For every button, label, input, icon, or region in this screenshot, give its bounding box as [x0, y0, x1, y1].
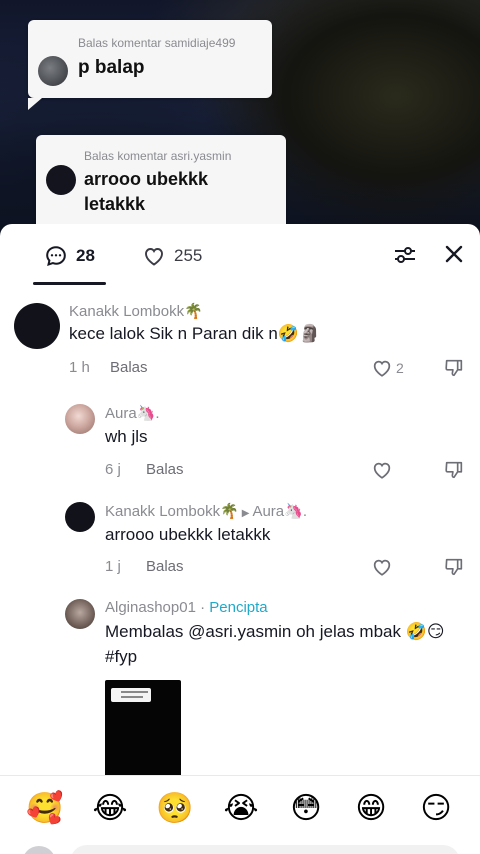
tab-likes[interactable]: 255: [142, 244, 202, 268]
dislike-icon[interactable]: [443, 459, 465, 481]
emoji-button[interactable]: 😁: [352, 790, 390, 828]
sticker-label: Balas komentar samidiaje499: [78, 36, 236, 50]
avatar[interactable]: [14, 303, 60, 349]
comment-text: arrooo ubekkk letakkk: [105, 525, 271, 544]
comment-time: 1 j: [105, 558, 121, 575]
close-button[interactable]: [442, 242, 466, 271]
tab-comments[interactable]: 28: [44, 244, 95, 268]
comment-author[interactable]: Aura🦄.: [105, 404, 160, 422]
reply-author-line[interactable]: Kanakk Lombokk🌴 ▶ Aura🦄.: [105, 502, 307, 520]
comments-count: 28: [76, 246, 95, 265]
emoji-button[interactable]: 🥺: [156, 790, 194, 828]
emoji-button[interactable]: 🥰: [26, 790, 64, 828]
tab-active-indicator: [33, 282, 106, 285]
caret-right-icon: ▶: [241, 508, 250, 519]
heart-icon[interactable]: [371, 556, 393, 578]
comment-input[interactable]: [70, 845, 460, 854]
avatar: [46, 165, 76, 195]
comment-author: Alginashop01: [105, 599, 196, 616]
heart-icon[interactable]: [371, 459, 393, 481]
comment-time: 1 h: [69, 359, 90, 376]
emoji-button[interactable]: 😭: [222, 790, 260, 828]
comment-time: 6 j: [105, 461, 121, 478]
filter-button[interactable]: [392, 242, 418, 273]
avatar: [38, 56, 68, 86]
like-count: 2: [396, 360, 404, 376]
heart-icon[interactable]: [371, 357, 393, 379]
reply-button[interactable]: Balas: [146, 461, 184, 478]
thumbnail-sticker: [111, 688, 151, 702]
emoji-quick-bar: 🥰 😂 🥺 😭 😳 😁 😏: [0, 775, 480, 843]
sticker-text: p balap: [78, 57, 145, 78]
reply-sticker-1[interactable]: Balas komentar samidiaje499 p balap: [28, 20, 272, 110]
avatar[interactable]: [65, 599, 95, 629]
avatar[interactable]: [65, 404, 95, 434]
comment-text: kece lalok Sik n Paran dik n🤣🗿: [69, 324, 321, 343]
avatar[interactable]: [65, 502, 95, 532]
sticker-label: Balas komentar asri.yasmin: [84, 149, 232, 163]
panel-tabs: 28 255: [0, 224, 480, 286]
sliders-icon: [395, 247, 415, 263]
comment-author[interactable]: Kanakk Lombokk🌴: [69, 302, 203, 320]
reply-sticker-2[interactable]: Balas komentar asri.yasmin arrooo ubekkk…: [36, 135, 286, 235]
reply-to-user: Aura🦄.: [252, 503, 307, 520]
sticker-text: arrooo ubekkk letakkk: [84, 169, 209, 214]
reply-button[interactable]: Balas: [146, 558, 184, 575]
heart-icon: [145, 248, 163, 266]
likes-count: 255: [174, 246, 203, 265]
comments-panel: 28 255 Kanakk Lombokk🌴 kece lalok Sik n …: [0, 224, 480, 854]
emoji-button[interactable]: 😳: [287, 790, 325, 828]
reply-button[interactable]: Balas: [110, 359, 148, 376]
comment-text: wh jls: [105, 427, 148, 446]
creator-author-line[interactable]: Alginashop01 · Pencipta: [105, 599, 268, 616]
dislike-icon[interactable]: [443, 357, 465, 379]
emoji-button[interactable]: 😏: [417, 790, 455, 828]
emoji-button[interactable]: 😂: [91, 790, 129, 828]
video-reply-thumbnail[interactable]: [105, 680, 181, 780]
comment-author: Kanakk Lombokk🌴: [105, 503, 239, 520]
close-icon: [445, 245, 463, 263]
comment-text: Membalas @asri.yasmin oh jelas mbak 🤣😏#f…: [105, 622, 445, 666]
dislike-icon[interactable]: [443, 556, 465, 578]
comment-bubble-icon: [46, 246, 66, 266]
creator-badge: Pencipta: [209, 599, 268, 616]
